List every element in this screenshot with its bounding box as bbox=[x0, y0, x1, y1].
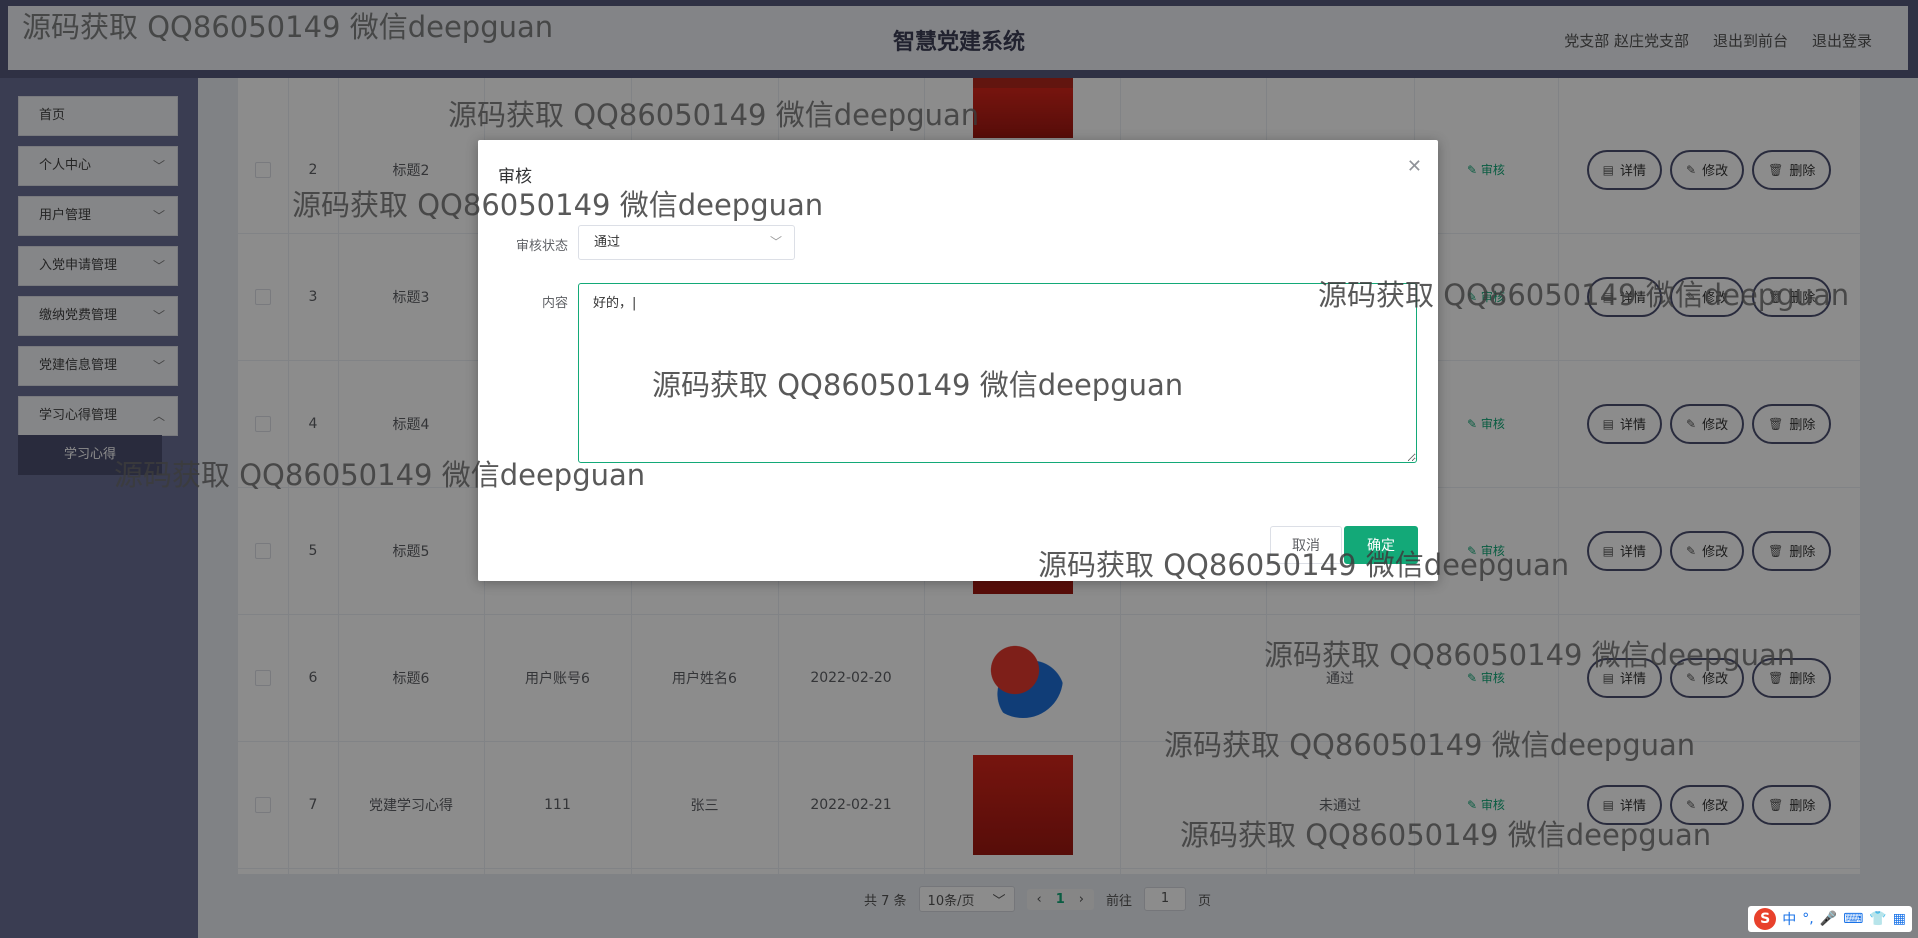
audit-dialog: 审核 ✕ 审核状态 通过 ﹀ 内容 取消 确定 bbox=[478, 140, 1438, 581]
dialog-title: 审核 bbox=[498, 167, 532, 187]
cancel-button[interactable]: 取消 bbox=[1270, 526, 1342, 564]
sogou-icon: S bbox=[1754, 908, 1777, 930]
ime-lang: 中 bbox=[1782, 912, 1797, 928]
grid-icon: ▦ bbox=[1892, 911, 1906, 927]
ime-toolbar[interactable]: S 中 °, 🎤 ⌨ 👕 ▦ bbox=[1748, 906, 1912, 932]
microphone-icon: 🎤 bbox=[1819, 911, 1838, 927]
status-label: 审核状态 bbox=[515, 239, 568, 254]
audit-status-value: 通过 bbox=[594, 235, 621, 250]
content-textarea[interactable] bbox=[578, 283, 1417, 463]
shirt-icon: 👕 bbox=[1869, 911, 1887, 927]
keyboard-icon: ⌨ bbox=[1843, 911, 1864, 927]
ime-punct: °, bbox=[1802, 911, 1814, 927]
audit-status-select[interactable]: 通过 ﹀ bbox=[578, 225, 795, 260]
close-icon[interactable]: ✕ bbox=[1407, 156, 1422, 177]
confirm-button[interactable]: 确定 bbox=[1344, 526, 1418, 564]
content-label: 内容 bbox=[541, 296, 568, 311]
chevron-down-icon: ﹀ bbox=[769, 235, 782, 249]
